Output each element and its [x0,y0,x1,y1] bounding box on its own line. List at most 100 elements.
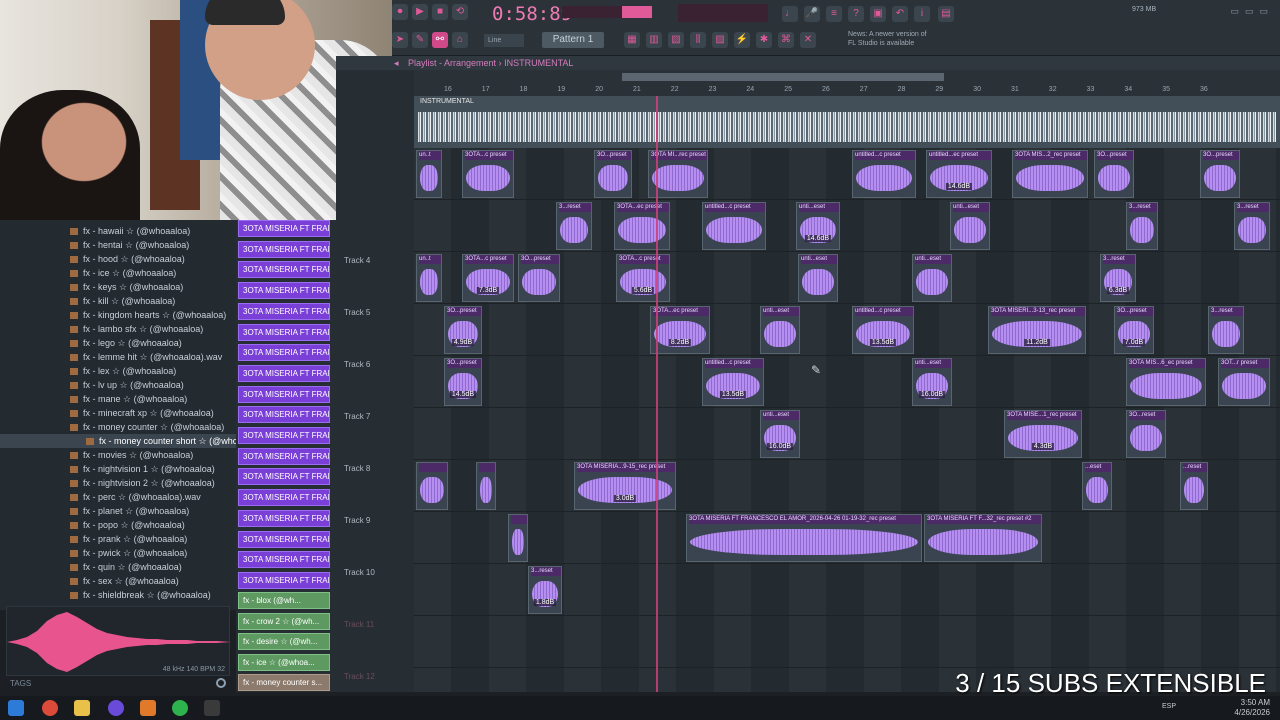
spotify-icon[interactable] [172,700,188,716]
track-lane[interactable] [414,148,1280,200]
audio-clip[interactable]: untitled...c preset [702,202,766,250]
channel-button[interactable]: 3OTA MISERIA FT FRANCH... [238,364,330,382]
close-tool-icon[interactable]: ✕ [800,32,816,48]
audio-clip[interactable]: un..t [416,150,442,198]
track-lane[interactable] [414,460,1280,512]
play-icon[interactable]: ▶ [412,4,428,20]
audio-clip[interactable]: 3...reset [1234,202,1270,250]
mixer-view-icon[interactable]: ⫼ [690,32,706,48]
track-lanes[interactable]: INSTRUMENTAL un..t 3OTA...c preset 3O...pr… [414,96,1280,692]
search-icon[interactable] [216,678,226,688]
audio-clip[interactable]: unti...eset [760,306,800,354]
fx-channel-button[interactable]: fx - crow 2 ☆ (@wh... [238,612,330,630]
arrow-icon[interactable]: ➤ [392,32,408,48]
audio-clip[interactable]: 3O...preset 4.9dB [444,306,482,354]
sliders-icon[interactable]: ≡ [826,6,842,22]
channel-button[interactable]: 3OTA MISERIA FT FRANCH... [238,240,330,258]
audio-clip[interactable] [476,462,496,510]
browser-item[interactable]: fx - planet ☆ (@whoaaloa) [0,504,236,518]
audio-clip[interactable]: 3OTA...ec preset [614,202,670,250]
windows-start-icon[interactable] [8,700,24,716]
playlist-title-bar[interactable]: ◂ Playlist - Arrangement › INSTRUMENTAL [336,56,1280,70]
audio-clip[interactable]: un..t [416,254,442,302]
browser-item[interactable]: fx - sex ☆ (@whoaaloa) [0,574,236,588]
piano-roll-icon[interactable]: ▧ [668,32,684,48]
browser-item[interactable]: fx - perc ☆ (@whoaaloa).wav [0,490,236,504]
audio-clip[interactable]: 3OTA MISERI...3-13_rec preset 11.2dB [988,306,1086,354]
info-icon[interactable]: i [914,6,930,22]
arrangement-name[interactable]: INSTRUMENTAL [504,58,573,68]
overview-range[interactable] [622,73,944,81]
channel-button[interactable]: 3OTA MISERIA FT FRANCH... [238,344,330,362]
browser-item[interactable]: fx - ice ☆ (@whoaaloa) [0,266,236,280]
audio-clip[interactable]: ...eset [1082,462,1112,510]
channel-rack-icon[interactable]: ▥ [646,32,662,48]
stop-icon[interactable]: ■ [432,4,448,20]
browser-item[interactable]: fx - quin ☆ (@whoaaloa) [0,560,236,574]
playhead[interactable] [656,96,658,692]
track-label[interactable]: Track 5 [344,308,370,317]
audio-clip[interactable]: 3OTA MISERIA...9-15_rec preset 3.0dB [574,462,676,510]
browser-item[interactable]: fx - lemme hit ☆ (@whoaaloa).wav [0,350,236,364]
master-volume-meter[interactable] [562,6,652,18]
pencil-icon[interactable]: ✎ [412,32,428,48]
audio-clip[interactable]: 3...reset 1.8dB [528,566,562,614]
browser-item[interactable]: fx - minecraft xp ☆ (@whoaaloa) [0,406,236,420]
track-label[interactable]: Track 8 [344,464,370,473]
audio-clip[interactable]: ...reset [1180,462,1208,510]
arrow-left-icon[interactable]: ◂ [394,56,399,70]
undo-icon[interactable]: ↶ [892,6,908,22]
channel-button[interactable]: 3OTA MISERIA FT FRANCH... [238,551,330,569]
news-panel[interactable]: News: A newer version of FL Studio is av… [848,30,958,48]
browser-item[interactable]: fx - lex ☆ (@whoaaloa) [0,364,236,378]
fx-channel-button[interactable]: fx - money counter s... [238,674,330,691]
mic-icon[interactable]: 🎤 [804,6,820,22]
tags-label[interactable]: TAGS [10,679,31,688]
audio-clip[interactable]: 3OTA MISERIA FT F...32_rec preset #2 [924,514,1042,562]
loop-icon[interactable]: ⟲ [452,4,468,20]
browser-item[interactable]: fx - popo ☆ (@whoaaloa) [0,518,236,532]
audio-clip[interactable]: unti...eset [798,254,838,302]
channel-button[interactable]: 3OTA MISERIA FT FRANCH... [238,571,330,589]
audio-clip[interactable]: 3OTA MISE...1_rec preset 4.3dB [1004,410,1082,458]
channel-button[interactable]: 3OTA MISERIA FT FRANCH... [238,427,330,444]
stamp-icon[interactable]: ⌂ [452,32,468,48]
browser-item[interactable]: fx - money counter ☆ (@whoaaloa) [0,420,236,434]
channel-button[interactable]: 3OTA MISERIA FT FRANCH... [238,509,330,527]
audio-clip[interactable]: 3O...reset [1126,410,1166,458]
metronome-icon[interactable]: ♩ [782,6,798,22]
track-label[interactable]: Track 9 [344,516,370,525]
playlist-icon[interactable]: ▦ [624,32,640,48]
audio-clip[interactable]: 3O...preset [518,254,560,302]
audio-clip[interactable]: unti...eset [912,254,952,302]
browser-item[interactable]: fx - prank ☆ (@whoaaloa) [0,532,236,546]
channel-button[interactable]: 3OTA MISERIA FT FRANCH... [238,385,330,403]
mixer-icon[interactable]: ▤ [938,6,954,22]
fx-channel-button[interactable]: fx - blox (@wh... [238,592,330,609]
channel-button[interactable]: 3OTA MISERIA FT FRANCH... [238,468,330,486]
audio-clip[interactable]: 3O...preset [1200,150,1240,198]
chrome-icon[interactable] [42,700,58,716]
audio-clip[interactable] [416,462,448,510]
audio-clip[interactable]: 3OTA...c preset [462,150,514,198]
window-controls[interactable]: ▭▭▭ [1230,6,1274,17]
audio-clip[interactable] [508,514,528,562]
browser-icon[interactable]: ▨ [712,32,728,48]
track-label[interactable]: Track 11 [344,620,374,629]
track-label[interactable]: Track 12 [344,672,375,681]
audio-clip[interactable]: 3OTA...c preset 5.6dB [616,254,670,302]
channel-button[interactable]: 3OTA MISERIA FT FRANCH... [238,220,330,237]
audio-clip[interactable]: 3O...preset [594,150,632,198]
browser-item[interactable]: fx - nightvision 1 ☆ (@whoaaloa) [0,462,236,476]
audio-clip[interactable]: 3OTA MIS...6_ec preset [1126,358,1206,406]
browser-item[interactable]: fx - kill ☆ (@whoaaloa) [0,294,236,308]
project-icon[interactable]: ⌘ [778,32,794,48]
audio-clip[interactable]: untitled...c preset [852,150,916,198]
system-clock[interactable]: 3:50 AM 4/26/2026 [1234,698,1270,718]
browser-item[interactable]: fx - money counter short ☆ (@whoaaloa) [0,434,263,448]
browser-item[interactable]: fx - shieldbreak ☆ (@whoaaloa) [0,588,236,602]
browser-item[interactable]: fx - lv up ☆ (@whoaaloa) [0,378,236,392]
audio-clip[interactable]: 3O...preset 7.0dB [1114,306,1154,354]
link-icon[interactable]: ⚯ [432,32,448,48]
plugin-icon[interactable]: ⚡ [734,32,750,48]
